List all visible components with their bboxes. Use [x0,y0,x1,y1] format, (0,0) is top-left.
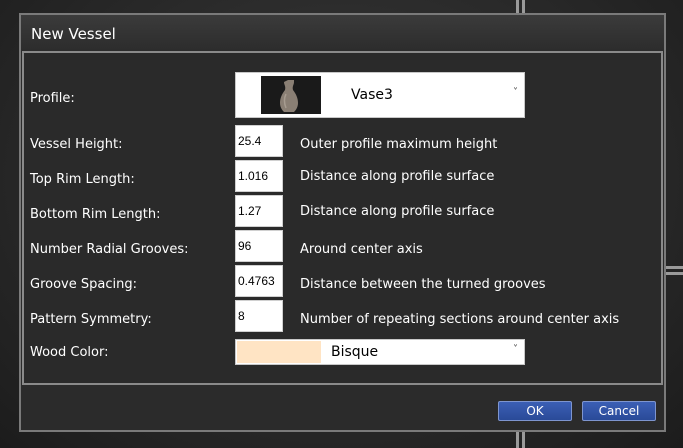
radial-grooves-label: Number Radial Grooves: [30,242,189,257]
wood-color-dropdown[interactable]: Bisque ˅ [235,339,525,365]
dialog-titlebar: New Vessel [21,15,664,51]
groove-spacing-description: Distance between the turned grooves [300,277,546,292]
groove-spacing-input[interactable]: 0.4763 [235,265,283,297]
color-swatch [237,341,321,363]
pattern-symmetry-input[interactable]: 8 [235,300,283,332]
profile-selected-value: Vase3 [351,87,393,103]
radial-grooves-description: Around center axis [300,242,423,257]
profile-label: Profile: [30,91,75,106]
top-rim-length-description: Distance along profile surface [300,169,495,184]
profile-dropdown[interactable]: Vase3 ˅ [235,72,525,118]
vessel-height-description: Outer profile maximum height [300,137,498,152]
wood-color-label: Wood Color: [30,345,109,360]
background-line [516,432,519,448]
chevron-down-icon: ˅ [513,87,518,98]
groove-spacing-label: Groove Spacing: [30,277,137,292]
bottom-rim-length-input[interactable]: 1.27 [235,195,283,227]
background-line [666,266,683,269]
background-line [522,432,525,448]
chevron-down-icon: ˅ [513,344,518,355]
background-line [666,272,683,275]
radial-grooves-input[interactable]: 96 [235,230,283,262]
new-vessel-dialog: New Vessel Profile: Vase3 ˅ Vessel Heigh… [19,13,666,432]
pattern-symmetry-label: Pattern Symmetry: [30,312,152,327]
cancel-button[interactable]: Cancel [582,401,656,421]
vase-icon [261,76,321,114]
vessel-height-input[interactable]: 25.4 [235,125,283,157]
top-rim-length-label: Top Rim Length: [30,172,135,187]
background-line [522,0,525,13]
wood-color-selected-value: Bisque [331,344,379,360]
background-line [516,0,519,13]
pattern-symmetry-description: Number of repeating sections around cent… [300,312,620,327]
vessel-height-label: Vessel Height: [30,137,123,152]
ok-button[interactable]: OK [498,401,572,421]
bottom-rim-length-label: Bottom Rim Length: [30,207,161,222]
settings-panel: Profile: Vase3 ˅ Vessel Height: 25.4 Out… [22,51,663,385]
bottom-rim-length-description: Distance along profile surface [300,204,495,219]
dialog-title: New Vessel [31,25,116,43]
top-rim-length-input[interactable]: 1.016 [235,160,283,192]
